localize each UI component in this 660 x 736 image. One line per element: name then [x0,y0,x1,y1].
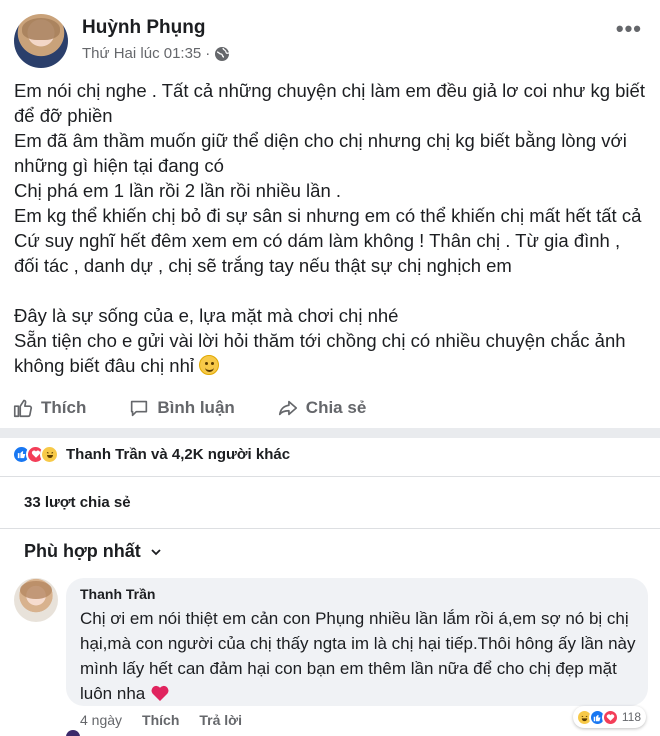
comment-text-block: Chị ơi em nói thiệt em cản con Phụng nhi… [80,606,636,706]
comment-button[interactable]: Bình luận [128,397,235,419]
comment-meta: 4 ngày Thích Trả lời [80,712,242,728]
comment-reply-button[interactable]: Trả lời [199,712,242,728]
post-line: Đây là sự sống của e, lựa mặt mà chơi ch… [14,305,399,326]
red-heart-icon [151,685,169,701]
post-author-name[interactable]: Huỳnh Phụng [82,17,205,39]
thumbs-up-icon [13,399,33,418]
author-avatar[interactable] [14,14,68,68]
reaction-icons [12,444,59,464]
post-line: Sẵn tiện cho e gửi vài lời hỏi thăm tới … [14,328,646,378]
post-line: Em nói chị nghe . Tất cả những chuyện ch… [14,80,651,126]
globe-icon [214,46,230,62]
more-options-icon[interactable]: ••• [616,16,642,42]
chevron-down-icon [151,548,161,555]
love-reaction-icon [601,708,619,726]
section-divider [0,428,660,438]
comment-author[interactable]: Thanh Trần [80,586,636,602]
reactions-summary[interactable]: Thanh Trần và 4,2K người khác [12,442,290,466]
post-timestamp[interactable]: Thứ Hai lúc 01:35 [82,45,201,62]
post-body: Em nói chị nghe . Tất cả những chuyện ch… [14,78,646,378]
commenter-avatar[interactable] [14,578,58,622]
smile-emoji-icon [199,355,220,375]
comment-label: Bình luận [157,398,235,417]
post-line: Chị phá em 1 lần rồi 2 lần rồi nhiều lần… [14,180,342,201]
post-action-bar: Thích Bình luận Chia sẻ [0,390,660,426]
post-line-blank [14,278,646,303]
comment-icon [131,400,148,417]
post-header: Huỳnh Phụng Thứ Hai lúc 01:35 · ••• [14,14,646,70]
comment-reaction-count: 118 [621,710,641,724]
post-line-text: Sẵn tiện cho e gửi vài lời hỏi thăm tới … [14,330,631,376]
like-label: Thích [41,398,87,417]
comment-sort-dropdown[interactable]: Phù hợp nhất [24,541,163,562]
divider [0,476,660,477]
haha-reaction-icon [40,444,59,464]
reply-avatar [66,730,80,736]
comment-bubble: Thanh Trần Chị ơi em nói thiệt em cản co… [66,578,648,706]
share-label: Chia sẻ [305,398,367,417]
post-meta: Thứ Hai lúc 01:35 · [82,45,230,62]
post-line: Em kg thể khiến chị bỏ đi sự sân si nhưn… [14,205,642,226]
post-line: Em đã âm thầm muốn giữ thể diện cho chị … [14,130,632,176]
comment-reactions[interactable]: 118 [572,706,646,728]
post-line: Cứ suy nghĩ hết đêm xem em có dám làm kh… [14,230,626,276]
reactions-summary-text: Thanh Trần và 4,2K người khác [66,445,291,463]
comment-time[interactable]: 4 ngày [80,712,122,728]
share-button[interactable]: Chia sẻ [277,397,366,419]
sort-label: Phù hợp nhất [24,541,141,561]
comment-like-button[interactable]: Thích [142,712,179,728]
shares-count[interactable]: 33 lượt chia sẻ [24,494,131,511]
share-arrow-icon [278,400,297,416]
like-button[interactable]: Thích [12,397,86,419]
meta-separator: · [205,45,211,62]
divider [0,528,660,529]
